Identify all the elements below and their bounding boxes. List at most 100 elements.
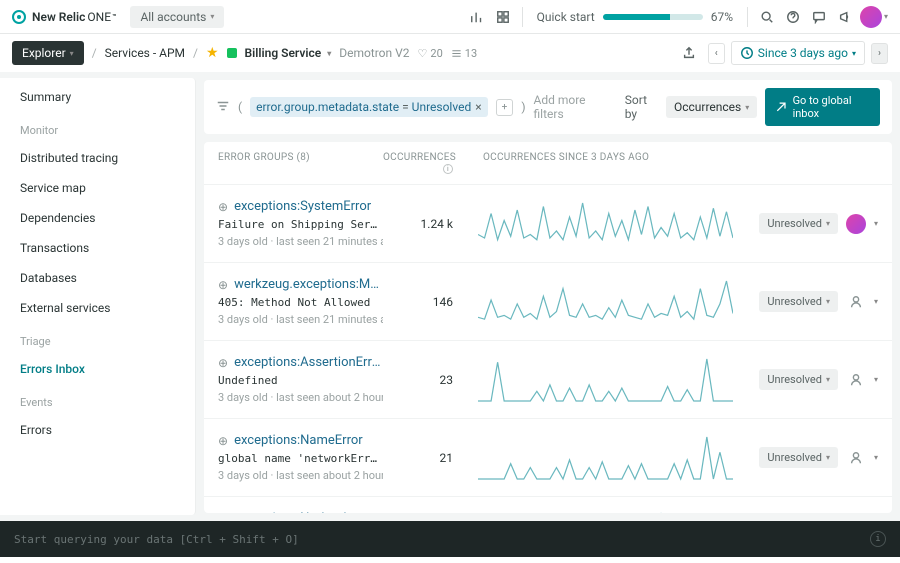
col-since: OCCURRENCES SINCE 3 DAYS AGO [463, 152, 878, 174]
status-dropdown[interactable]: Unresolved▾ [759, 291, 838, 312]
error-group-row[interactable]: ⊕ exceptions:NotImplement [204, 497, 892, 513]
chevron-down-icon[interactable]: ▾ [874, 297, 878, 306]
quickstart[interactable]: Quick start 67% [537, 10, 733, 24]
brand-tm: ™ [112, 13, 116, 21]
error-meta: 3 days old · last seen about 2 hour [218, 469, 383, 482]
env-label: Demotron V2 [339, 46, 409, 60]
error-group-row[interactable]: ⊕ exceptions:NameError global name 'networ… [204, 419, 892, 497]
filter-token[interactable]: error.group.metadata.state=Unresolved× [250, 97, 488, 117]
global-inbox-button[interactable]: Go to global inbox [765, 88, 880, 126]
error-meta: 3 days old · last seen 21 minutes a [218, 235, 383, 248]
filter-icon[interactable] [216, 99, 230, 116]
error-name[interactable]: exceptions:SystemError [234, 199, 371, 214]
time-next[interactable]: › [871, 43, 888, 64]
add-more-filters[interactable]: Add more filters [534, 93, 609, 121]
chevron-down-icon[interactable]: ▾ [874, 219, 878, 228]
progress-bar [603, 14, 703, 20]
sidebar-item-summary[interactable]: Summary [0, 82, 195, 112]
error-name[interactable]: exceptions:NotImplement [234, 511, 383, 513]
assign-icon[interactable] [849, 451, 863, 465]
main: SummaryMonitorDistributed tracingService… [0, 72, 900, 521]
sparkline [463, 199, 748, 248]
status-dropdown[interactable]: Unresolved▾ [759, 213, 838, 234]
error-group-row[interactable]: ⊕exceptions:SystemErrorFailure on Shippi… [204, 185, 892, 263]
content: ( error.group.metadata.state=Unresolved×… [196, 72, 900, 521]
sidebar-item-databases[interactable]: Databases [0, 263, 195, 293]
occurrence-count: 23 [383, 355, 463, 404]
paren-open: ( [238, 100, 242, 114]
col-error-groups: ERROR GROUPS (8) [218, 152, 383, 174]
time-range-picker[interactable]: Since 3 days ago▾ [731, 41, 865, 65]
globe-icon: ⊕ [218, 278, 228, 292]
sidebar-heading: Triage [0, 323, 195, 354]
time-prev[interactable]: ‹ [708, 43, 725, 64]
stack-count[interactable]: 13 [451, 47, 477, 60]
logo[interactable]: New Relic ONE ™ [12, 10, 116, 24]
feedback-icon[interactable] [806, 4, 832, 30]
sort-dropdown[interactable]: Occurrences▾ [666, 96, 757, 118]
apps-icon[interactable] [490, 4, 516, 30]
sidebar-item-distributed-tracing[interactable]: Distributed tracing [0, 143, 195, 173]
breadcrumb: Explorer▾ / Services - APM / ★ Billing S… [0, 34, 900, 72]
globe-icon: ⊕ [218, 512, 228, 514]
sidebar-item-dependencies[interactable]: Dependencies [0, 203, 195, 233]
error-name[interactable]: exceptions:AssertionError [234, 355, 383, 370]
search-icon[interactable] [754, 4, 780, 30]
occurrence-count: 146 [383, 277, 463, 326]
account-picker[interactable]: All accounts ▾ [130, 6, 224, 28]
sidebar: SummaryMonitorDistributed tracingService… [0, 78, 196, 515]
sidebar-heading: Events [0, 384, 195, 415]
crumb-services[interactable]: Services - APM [105, 46, 185, 60]
filter-bar: ( error.group.metadata.state=Unresolved×… [204, 80, 892, 134]
heart-count[interactable]: ♡ 20 [418, 47, 443, 60]
star-icon[interactable]: ★ [206, 45, 219, 61]
occurrence-count: 21 [383, 433, 463, 482]
sidebar-item-transactions[interactable]: Transactions [0, 233, 195, 263]
share-icon[interactable] [676, 42, 702, 64]
query-footer[interactable]: Start querying your data [Ctrl + Shift +… [0, 521, 900, 557]
table-header: ERROR GROUPS (8) OCCURRENCES i OCCURRENC… [204, 142, 892, 185]
info-icon[interactable]: i [870, 531, 886, 547]
topbar: New Relic ONE ™ All accounts ▾ Quick sta… [0, 0, 900, 34]
sidebar-item-errors-inbox[interactable]: Errors Inbox [0, 354, 195, 384]
user-menu[interactable] [858, 4, 884, 30]
chevron-down-icon[interactable]: ▾ [874, 453, 878, 462]
sparkline [463, 277, 748, 326]
sidebar-item-errors[interactable]: Errors [0, 415, 195, 445]
explorer-menu[interactable]: Explorer▾ [12, 41, 84, 65]
sidebar-item-external-services[interactable]: External services [0, 293, 195, 323]
col-occurrences: OCCURRENCES i [383, 152, 463, 174]
globe-icon: ⊕ [218, 200, 228, 214]
brand-name: New Relic [32, 10, 85, 24]
status-dropdown[interactable]: Unresolved▾ [759, 369, 838, 390]
brand-suffix: ONE [87, 10, 111, 24]
announce-icon[interactable] [832, 4, 858, 30]
chart-icon[interactable] [464, 4, 490, 30]
help-icon[interactable] [780, 4, 806, 30]
error-group-row[interactable]: ⊕ werkzeug.exceptions:Meth 405: Method Not… [204, 263, 892, 341]
chevron-down-icon[interactable]: ▾ [874, 375, 878, 384]
sparkline [463, 511, 748, 513]
globe-icon: ⊕ [218, 434, 228, 448]
assign-icon[interactable] [849, 373, 863, 387]
error-message: 405: Method Not Allowed [218, 296, 383, 309]
chevron-down-icon: ▾ [884, 12, 888, 21]
status-dropdown[interactable]: Unresolved▾ [759, 447, 838, 468]
footer-prompt: Start querying your data [Ctrl + Shift +… [14, 533, 299, 546]
assign-icon[interactable] [849, 295, 863, 309]
error-group-row[interactable]: ⊕exceptions:AssertionErrorUndefined3 day… [204, 341, 892, 419]
error-message: global name 'networkErro… [218, 452, 383, 465]
error-message: Undefined [218, 374, 383, 387]
add-token-button[interactable]: + [496, 99, 514, 116]
error-name[interactable]: exceptions:NameError [234, 433, 363, 448]
sidebar-heading: Monitor [0, 112, 195, 143]
error-name[interactable]: werkzeug.exceptions:Meth [234, 277, 383, 292]
assignee-avatar[interactable] [846, 214, 866, 234]
sparkline [463, 433, 748, 482]
sort-by-label: Sort by [625, 93, 658, 121]
service-picker[interactable]: Billing Service▾ [245, 46, 332, 60]
close-icon[interactable]: × [475, 100, 481, 114]
sidebar-item-service-map[interactable]: Service map [0, 173, 195, 203]
logo-icon [12, 10, 26, 24]
occurrence-count: 1.24 k [383, 199, 463, 248]
